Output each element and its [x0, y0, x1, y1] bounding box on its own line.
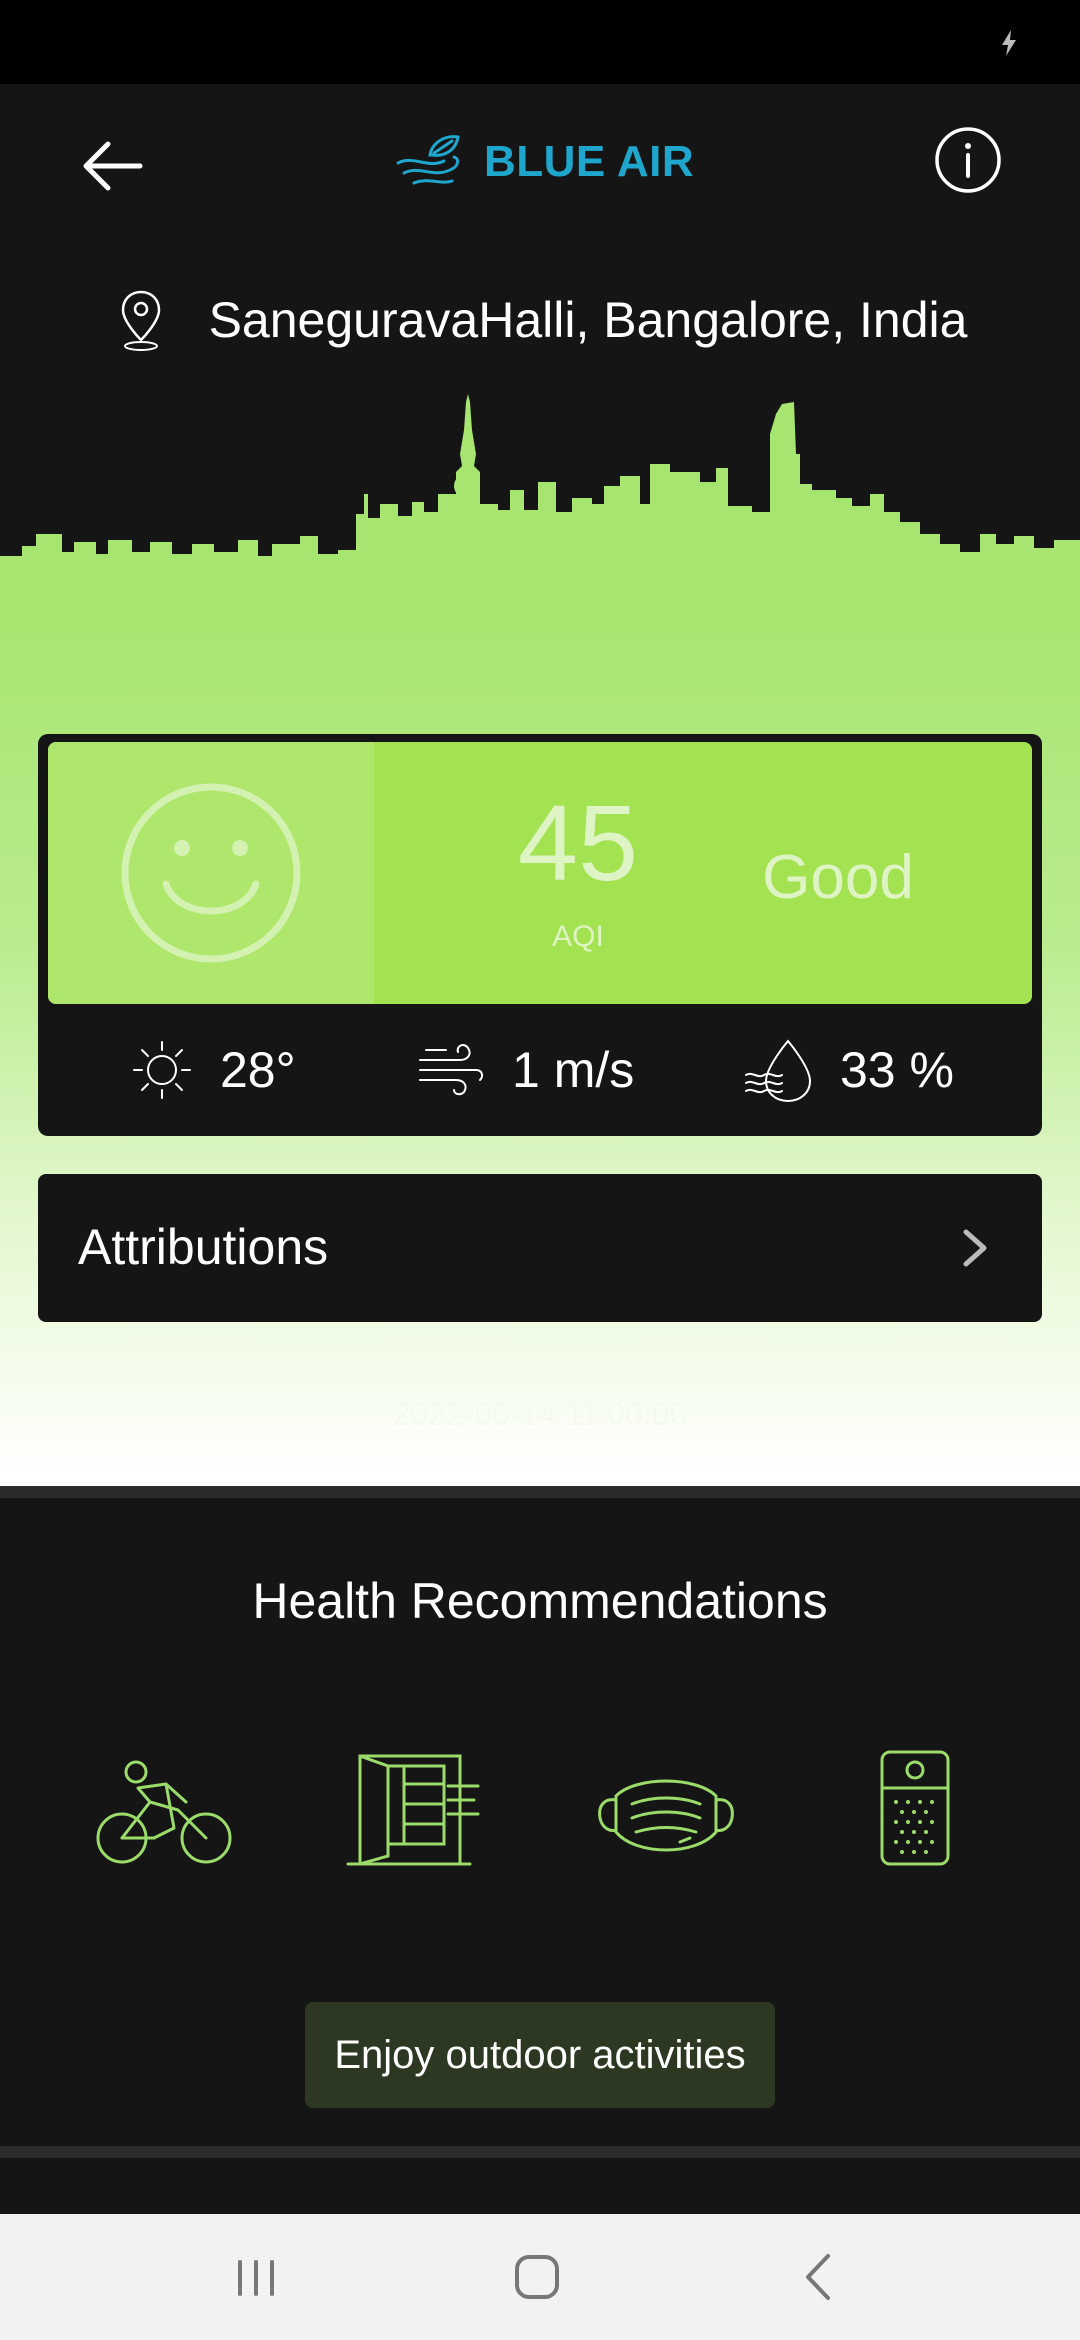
- brand-name: BLUE AIR: [484, 137, 695, 186]
- humidity-value: 33 %: [840, 1042, 954, 1098]
- back-button[interactable]: [70, 124, 154, 208]
- health-recommendations: Health Recommendations Enjoy outdoor act…: [0, 1498, 1080, 2148]
- update-timestamp: 2022-06-14 11:00:00: [392, 1396, 688, 1432]
- aqi-card: 45 AQI Good 28° 1 m/s 33 %: [38, 734, 1042, 1136]
- aqi-status: Good: [762, 843, 914, 912]
- temperature-stat: 28°: [130, 1004, 296, 1136]
- brand: BLUE AIR: [394, 120, 694, 204]
- aqi-panel: 45 AQI Good: [48, 742, 1032, 1004]
- wind-stat: 1 m/s: [416, 1004, 634, 1136]
- aqi-hero: SaneguravaHalli, Bangalore, India 45 AQI…: [0, 234, 1080, 1486]
- humidity-icon: [745, 1039, 812, 1103]
- open-window-icon[interactable]: [344, 1748, 484, 1868]
- recent-apps-icon[interactable]: [222, 2244, 292, 2310]
- info-icon[interactable]: [932, 124, 1004, 196]
- humidity-stat: 33 %: [744, 1004, 954, 1136]
- temperature-value: 28°: [220, 1042, 296, 1098]
- recommendation-toast: Enjoy outdoor activities: [305, 2002, 775, 2108]
- app-bar: BLUE AIR: [0, 84, 1080, 234]
- section-divider-bottom: [0, 2146, 1080, 2158]
- arrow-left-icon: [83, 141, 143, 191]
- home-icon[interactable]: [502, 2244, 572, 2310]
- weather-stats: 28° 1 m/s 33 %: [38, 1004, 1042, 1136]
- aqi-label: AQI: [552, 920, 604, 953]
- attributions-button[interactable]: Attributions: [38, 1174, 1042, 1322]
- chevron-right-icon: [963, 1229, 987, 1267]
- air-purifier-icon[interactable]: [876, 1748, 956, 1868]
- status-bar: [0, 0, 1080, 84]
- section-divider: [0, 1486, 1080, 1498]
- navigation-bar: [0, 2214, 1080, 2340]
- attributions-label: Attributions: [78, 1219, 329, 1275]
- wind-value: 1 m/s: [512, 1042, 635, 1098]
- charging-icon: [1002, 30, 1016, 56]
- face-box: [48, 742, 374, 1004]
- sun-icon: [133, 1041, 191, 1099]
- cycling-icon[interactable]: [94, 1758, 234, 1868]
- map-pin-icon: [121, 290, 160, 351]
- health-title: Health Recommendations: [252, 1573, 828, 1629]
- blue-air-logo-icon: [396, 135, 460, 185]
- location-text: SaneguravaHalli, Bangalore, India: [208, 292, 968, 348]
- bottom-section: [0, 2158, 1080, 2214]
- nav-back-icon[interactable]: [784, 2244, 854, 2310]
- face-mask-icon[interactable]: [596, 1766, 736, 1866]
- location-row: SaneguravaHalli, Bangalore, India: [0, 288, 1080, 352]
- city-skyline-illustration: [0, 394, 1080, 634]
- aqi-value: 45: [517, 782, 639, 903]
- wind-icon: [419, 1044, 484, 1096]
- smiley-face-icon: [121, 783, 301, 963]
